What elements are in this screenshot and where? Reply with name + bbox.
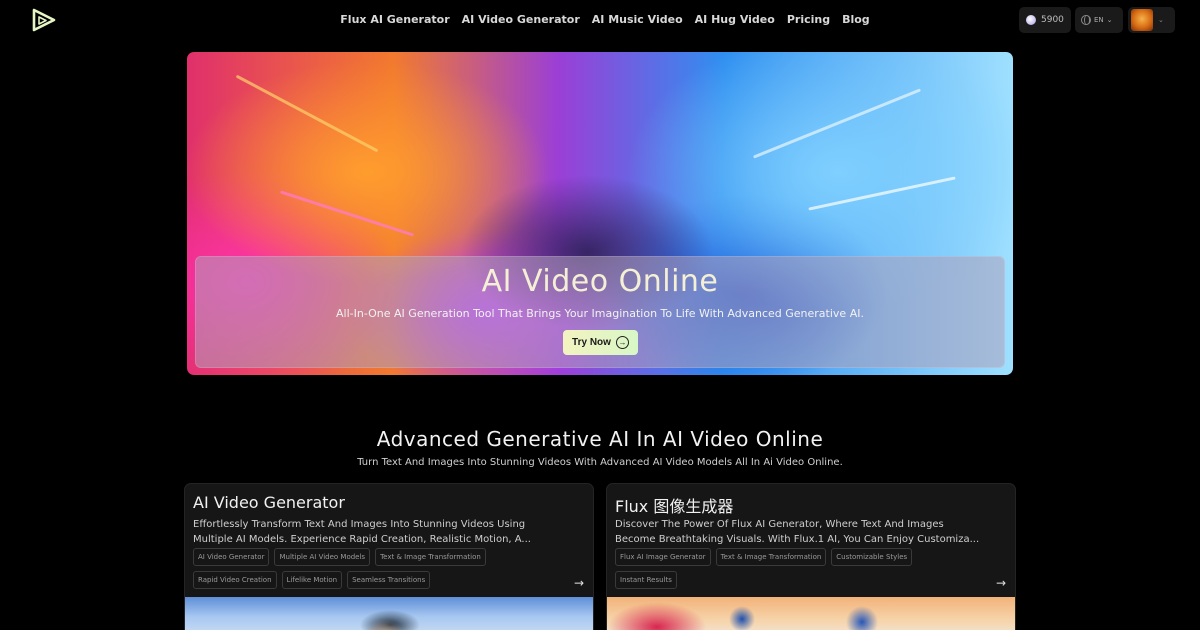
- nav-pricing[interactable]: Pricing: [787, 13, 830, 26]
- card-title: Flux 图像生成器: [615, 497, 734, 516]
- credit-dot-icon: [1026, 15, 1036, 25]
- user-menu[interactable]: ⌄: [1128, 7, 1175, 33]
- hero-streak: [752, 88, 922, 159]
- globe-icon: [1081, 15, 1091, 25]
- card-thumbnail: [607, 597, 1015, 630]
- feature-card-ai-video-generator[interactable]: AI Video Generator Effortlessly Transfor…: [184, 483, 594, 630]
- section-title: Advanced Generative AI In AI Video Onlin…: [376, 427, 824, 451]
- arrow-right-icon[interactable]: →: [574, 576, 584, 590]
- tag: Rapid Video Creation: [193, 571, 277, 589]
- card-description: Discover The Power Of Flux AI Generator,…: [615, 519, 980, 545]
- tag: Multiple AI Video Models: [274, 548, 371, 566]
- chevron-down-icon: ⌄: [1158, 16, 1164, 24]
- hero-streak: [808, 176, 956, 211]
- hero-streak: [279, 190, 415, 237]
- credits-value: 5900: [1041, 15, 1064, 25]
- tag: Customizable Styles: [831, 548, 913, 566]
- section-subtitle: Turn Text And Images Into Stunning Video…: [357, 457, 843, 468]
- card-title: AI Video Generator: [193, 493, 345, 512]
- chevron-down-icon: ⌄: [1106, 16, 1113, 24]
- language-value: EN: [1094, 16, 1104, 24]
- card-thumbnail: [185, 597, 593, 630]
- nav-flux-ai-generator[interactable]: Flux AI Generator: [340, 13, 449, 26]
- nav-ai-music-video[interactable]: AI Music Video: [592, 13, 683, 26]
- tag: Instant Results: [615, 571, 677, 589]
- language-selector[interactable]: EN ⌄: [1075, 7, 1123, 33]
- hero-subtitle: All-In-One AI Generation Tool That Bring…: [336, 307, 864, 320]
- nav-blog[interactable]: Blog: [842, 13, 870, 26]
- site-header: Flux AI Generator AI Video Generator AI …: [0, 0, 1200, 40]
- tag: Text & Image Transformation: [375, 548, 486, 566]
- credits-badge[interactable]: 5900: [1019, 7, 1071, 33]
- tag: AI Video Generator: [193, 548, 270, 566]
- tag: Flux AI Image Generator: [615, 548, 711, 566]
- try-now-button[interactable]: Try Now →: [563, 330, 638, 355]
- card-tags: Flux AI Image Generator Text & Image Tra…: [615, 548, 965, 589]
- nav-ai-hug-video[interactable]: AI Hug Video: [695, 13, 775, 26]
- tag: Seamless Transitions: [347, 571, 431, 589]
- tag: Lifelike Motion: [281, 571, 343, 589]
- hero-title: AI Video Online: [481, 264, 719, 299]
- arrow-circle-right-icon: →: [615, 336, 629, 349]
- card-description: Effortlessly Transform Text And Images I…: [193, 519, 531, 545]
- tag: Text & Image Transformation: [715, 548, 827, 566]
- nav-ai-video-generator[interactable]: AI Video Generator: [462, 13, 580, 26]
- try-now-label: Try Now: [572, 337, 611, 348]
- hero-banner: AI Video Online All-In-One AI Generation…: [187, 52, 1013, 375]
- hero-streak: [235, 74, 379, 153]
- card-tags: AI Video Generator Multiple AI Video Mod…: [193, 548, 543, 589]
- feature-card-flux-image-generator[interactable]: Flux 图像生成器 Discover The Power Of Flux AI…: [606, 483, 1016, 630]
- arrow-right-icon[interactable]: →: [996, 576, 1006, 590]
- avatar: [1131, 9, 1153, 31]
